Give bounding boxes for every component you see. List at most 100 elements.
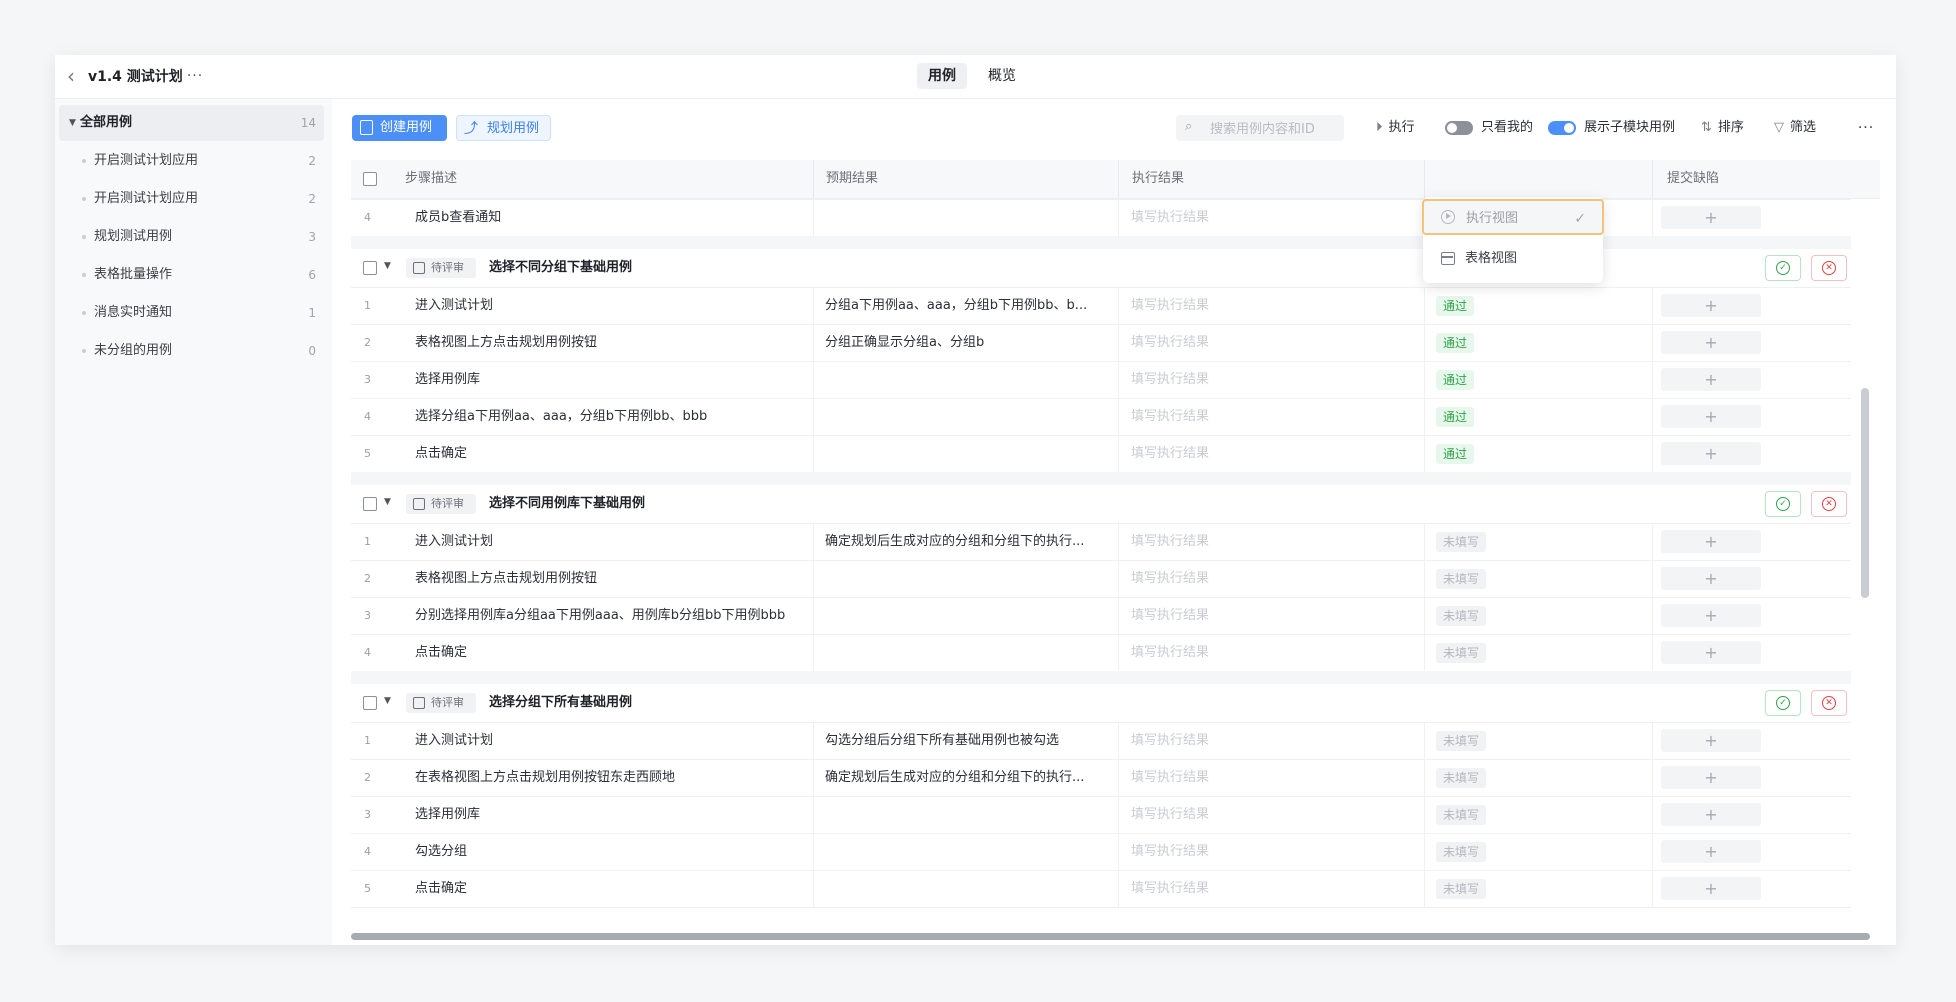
caret-down-icon[interactable]: ▼ <box>384 261 391 271</box>
case-title[interactable]: 选择分组下所有基础用例 <box>489 684 632 722</box>
expected-result[interactable] <box>825 361 1115 398</box>
search-input[interactable] <box>1208 118 1342 140</box>
status-badge[interactable]: 通过 <box>1436 295 1475 316</box>
execution-result-input[interactable]: 填写执行结果 <box>1131 287 1411 324</box>
expected-result[interactable]: 勾选分组后分组下所有基础用例也被勾选 <box>825 722 1115 759</box>
group-checkbox[interactable] <box>363 497 377 511</box>
fail-all-button[interactable]: ✕ <box>1811 255 1847 281</box>
execution-result-input[interactable]: 填写执行结果 <box>1131 560 1411 597</box>
expected-result[interactable] <box>825 833 1115 870</box>
pass-all-button[interactable]: ✓ <box>1765 491 1801 517</box>
status-badge[interactable]: 未填写 <box>1436 642 1487 663</box>
plan-case-button[interactable]: ⤴ 规划用例 <box>456 115 551 141</box>
caret-down-icon[interactable]: ▼ <box>69 105 76 141</box>
add-defect-button[interactable]: + <box>1661 405 1761 428</box>
add-defect-button[interactable]: + <box>1661 331 1761 354</box>
execution-result-input[interactable]: 填写执行结果 <box>1131 324 1411 361</box>
select-all-checkbox[interactable] <box>363 172 377 186</box>
sidebar-item-group[interactable]: 规划测试用例 3 <box>59 219 324 255</box>
sidebar-item-all-cases[interactable]: ▼ 全部用例 14 <box>59 105 324 141</box>
menu-item-execute-view[interactable]: 执行视图 ✓ <box>1422 199 1604 235</box>
status-badge[interactable]: 未填写 <box>1436 605 1487 626</box>
expected-result[interactable] <box>825 870 1115 907</box>
status-badge[interactable]: 通过 <box>1436 406 1475 427</box>
step-description[interactable]: 表格视图上方点击规划用例按钮 <box>415 560 805 597</box>
execution-result-input[interactable]: 填写执行结果 <box>1131 833 1411 870</box>
add-defect-button[interactable]: + <box>1661 530 1761 553</box>
expected-result[interactable]: 分组正确显示分组a、分组b <box>825 324 1115 361</box>
step-description[interactable]: 进入测试计划 <box>415 523 805 560</box>
sidebar-item-group[interactable]: 开启测试计划应用 2 <box>59 181 324 217</box>
status-badge[interactable]: 通过 <box>1436 332 1475 353</box>
step-description[interactable]: 选择用例库 <box>415 361 805 398</box>
search-box[interactable]: ⌕ <box>1176 115 1344 141</box>
step-description[interactable]: 点击确定 <box>415 435 805 472</box>
show-submodule-toggle[interactable] <box>1548 121 1576 135</box>
expected-result[interactable] <box>825 597 1115 634</box>
expected-result[interactable] <box>825 435 1115 472</box>
execution-result-input[interactable]: 填写执行结果 <box>1131 597 1411 634</box>
expected-result[interactable] <box>825 560 1115 597</box>
review-status-tag[interactable]: 待评审 <box>406 693 476 713</box>
only-mine-toggle[interactable] <box>1445 121 1473 135</box>
add-defect-button[interactable]: + <box>1661 877 1761 900</box>
step-description[interactable]: 点击确定 <box>415 870 805 907</box>
expected-result[interactable] <box>825 634 1115 671</box>
sidebar-item-group[interactable]: 消息实时通知 1 <box>59 295 324 331</box>
sidebar-item-ungrouped[interactable]: 未分组的用例 0 <box>59 333 324 369</box>
expected-result[interactable]: 确定规划后生成对应的分组和分组下的执行... <box>825 759 1115 796</box>
group-checkbox[interactable] <box>363 696 377 710</box>
step-description[interactable]: 分别选择用例库a分组aa下用例aaa、用例库b分组bb下用例bbb <box>415 597 805 634</box>
step-description[interactable]: 勾选分组 <box>415 833 805 870</box>
add-defect-button[interactable]: + <box>1661 368 1761 391</box>
status-badge[interactable]: 未填写 <box>1436 767 1487 788</box>
expected-result[interactable]: 分组a下用例aa、aaa，分组b下用例bb、b... <box>825 287 1115 324</box>
status-badge[interactable]: 未填写 <box>1436 841 1487 862</box>
caret-down-icon[interactable]: ▼ <box>384 497 391 507</box>
step-description[interactable]: 表格视图上方点击规划用例按钮 <box>415 324 805 361</box>
fail-all-button[interactable]: ✕ <box>1811 690 1847 716</box>
sort-button[interactable]: ⇅ 排序 <box>1701 115 1744 141</box>
execution-result-input[interactable]: 填写执行结果 <box>1131 722 1411 759</box>
add-defect-button[interactable]: + <box>1661 803 1761 826</box>
step-description[interactable]: 在表格视图上方点击规划用例按钮东走西顾地 <box>415 759 805 796</box>
expected-result[interactable]: 确定规划后生成对应的分组和分组下的执行... <box>825 523 1115 560</box>
vertical-scrollbar[interactable] <box>1861 388 1869 598</box>
add-defect-button[interactable]: + <box>1661 294 1761 317</box>
review-status-tag[interactable]: 待评审 <box>406 258 476 278</box>
fail-all-button[interactable]: ✕ <box>1811 491 1847 517</box>
step-description[interactable]: 进入测试计划 <box>415 722 805 759</box>
group-checkbox[interactable] <box>363 261 377 275</box>
case-title[interactable]: 选择不同用例库下基础用例 <box>489 485 645 523</box>
case-title[interactable]: 选择不同分组下基础用例 <box>489 249 632 287</box>
add-defect-button[interactable]: + <box>1661 729 1761 752</box>
execute-view-button[interactable]: ⏵ 执行 <box>1376 115 1415 141</box>
step-description[interactable]: 选择分组a下用例aa、aaa，分组b下用例bb、bbb <box>415 398 805 435</box>
step-description[interactable]: 成员b查看通知 <box>415 199 805 236</box>
status-badge[interactable]: 通过 <box>1436 443 1475 464</box>
execution-result-input[interactable]: 填写执行结果 <box>1131 435 1411 472</box>
back-arrow-icon[interactable]: ‹ <box>67 66 87 86</box>
execution-result-input[interactable]: 填写执行结果 <box>1131 523 1411 560</box>
status-badge[interactable]: 通过 <box>1436 369 1475 390</box>
menu-item-table-view[interactable]: 表格视图 <box>1423 241 1603 277</box>
add-defect-button[interactable]: + <box>1661 604 1761 627</box>
horizontal-scrollbar[interactable] <box>351 933 1870 940</box>
step-description[interactable]: 进入测试计划 <box>415 287 805 324</box>
status-badge[interactable]: 未填写 <box>1436 878 1487 899</box>
more-options-icon[interactable]: ··· <box>1852 115 1880 141</box>
expected-result[interactable] <box>825 796 1115 833</box>
sidebar-item-group[interactable]: 表格批量操作 6 <box>59 257 324 293</box>
create-case-button[interactable]: 创建用例 <box>352 115 447 141</box>
execution-result-input[interactable]: 填写执行结果 <box>1131 796 1411 833</box>
tab-overview[interactable]: 概览 <box>977 63 1027 89</box>
pass-all-button[interactable]: ✓ <box>1765 690 1801 716</box>
pass-all-button[interactable]: ✓ <box>1765 255 1801 281</box>
execution-result-input[interactable]: 填写执行结果 <box>1131 361 1411 398</box>
review-status-tag[interactable]: 待评审 <box>406 494 476 514</box>
step-description[interactable]: 点击确定 <box>415 634 805 671</box>
expected-result[interactable] <box>825 199 1115 236</box>
execution-result-input[interactable]: 填写执行结果 <box>1131 398 1411 435</box>
step-description[interactable]: 选择用例库 <box>415 796 805 833</box>
execution-result-input[interactable]: 填写执行结果 <box>1131 870 1411 907</box>
